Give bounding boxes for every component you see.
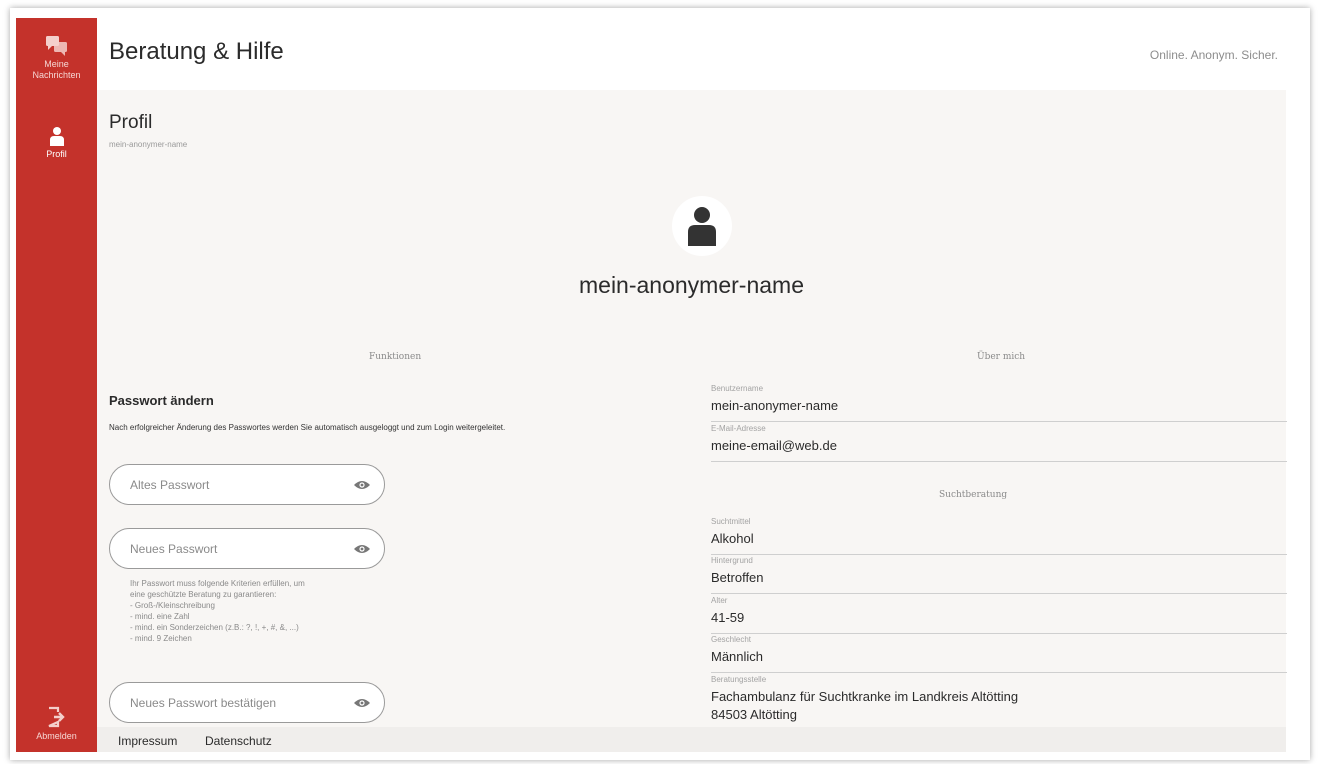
eye-icon[interactable]: [354, 543, 370, 555]
password-criteria-hint: Ihr Passwort muss folgende Kriterien erf…: [130, 579, 305, 643]
tagline: Online. Anonym. Sicher.: [1149, 48, 1278, 62]
agency-city: 84503 Altötting: [711, 707, 798, 722]
old-password-placeholder: Altes Passwort: [130, 478, 210, 492]
logout-label: Abmelden: [36, 731, 77, 741]
username-field: Benutzername mein-anonymer-name: [711, 384, 1287, 422]
section-about-heading: Über mich: [977, 352, 1026, 362]
background-value: Betroffen: [711, 570, 764, 585]
email-field: E-Mail-Adresse meine-email@web.de: [711, 424, 1287, 462]
sidebar: Meine Nachrichten Profil Abmelden: [16, 18, 97, 752]
gender-value: Männlich: [711, 649, 764, 664]
page-title: Profil: [109, 112, 153, 133]
agency-name: Fachambulanz für Suchtkranke im Landkrei…: [711, 689, 1019, 704]
substance-label: Suchtmittel: [711, 517, 751, 526]
background-field: Hintergrund Betroffen: [711, 556, 1287, 594]
eye-icon[interactable]: [354, 697, 370, 709]
password-change-description: Nach erfolgreicher Änderung des Passwort…: [109, 423, 506, 432]
gender-field: Geschlecht Männlich: [711, 635, 1287, 673]
sidebar-item-label: Profil: [46, 149, 67, 159]
new-password-placeholder: Neues Passwort: [130, 542, 218, 556]
age-value: 41-59: [711, 610, 745, 625]
section-functions-heading: Funktionen: [369, 352, 422, 362]
email-label: E-Mail-Adresse: [711, 424, 766, 433]
gender-label: Geschlecht: [711, 635, 752, 644]
avatar: [672, 196, 732, 256]
profile-name: mein-anonymer-name: [579, 272, 804, 298]
messages-icon: [45, 36, 67, 56]
footer: Impressum Datenschutz: [97, 727, 1286, 752]
sidebar-item-label: Meine Nachrichten: [32, 59, 81, 80]
background-label: Hintergrund: [711, 556, 753, 565]
profile-page: Profil mein-anonymer-name mein-anonymer-…: [97, 90, 1287, 752]
sidebar-item-profile[interactable]: Profil: [16, 126, 97, 160]
age-label: Alter: [711, 596, 728, 605]
person-icon: [49, 127, 64, 146]
substance-value: Alkohol: [711, 531, 754, 546]
header: Beratung & Hilfe Online. Anonym. Sicher.: [97, 18, 1300, 90]
confirm-password-field[interactable]: Neues Passwort bestätigen: [109, 682, 385, 723]
eye-icon[interactable]: [354, 479, 370, 491]
age-field: Alter 41-59: [711, 596, 1287, 634]
old-password-field[interactable]: Altes Passwort: [109, 464, 385, 505]
logout-button[interactable]: Abmelden: [16, 706, 97, 742]
logout-icon: [48, 706, 65, 728]
counseling-agency-field: Beratungsstelle Fachambulanz für Suchtkr…: [711, 675, 1287, 725]
username-value: mein-anonymer-name: [711, 398, 839, 413]
privacy-link[interactable]: Datenschutz: [205, 734, 272, 748]
email-value: meine-email@web.de: [711, 438, 837, 453]
section-addiction-heading: Suchtberatung: [939, 490, 1008, 500]
substance-field: Suchtmittel Alkohol: [711, 517, 1287, 555]
page-subtitle: mein-anonymer-name: [109, 140, 188, 149]
new-password-field[interactable]: Neues Passwort: [109, 528, 385, 569]
imprint-link[interactable]: Impressum: [118, 734, 177, 748]
person-icon: [688, 207, 716, 246]
sidebar-item-messages[interactable]: Meine Nachrichten: [16, 36, 97, 81]
username-label: Benutzername: [711, 384, 764, 393]
agency-label: Beratungsstelle: [711, 675, 767, 684]
app-title: Beratung & Hilfe: [109, 38, 284, 65]
password-change-title: Passwort ändern: [109, 393, 214, 408]
confirm-password-placeholder: Neues Passwort bestätigen: [130, 696, 277, 710]
